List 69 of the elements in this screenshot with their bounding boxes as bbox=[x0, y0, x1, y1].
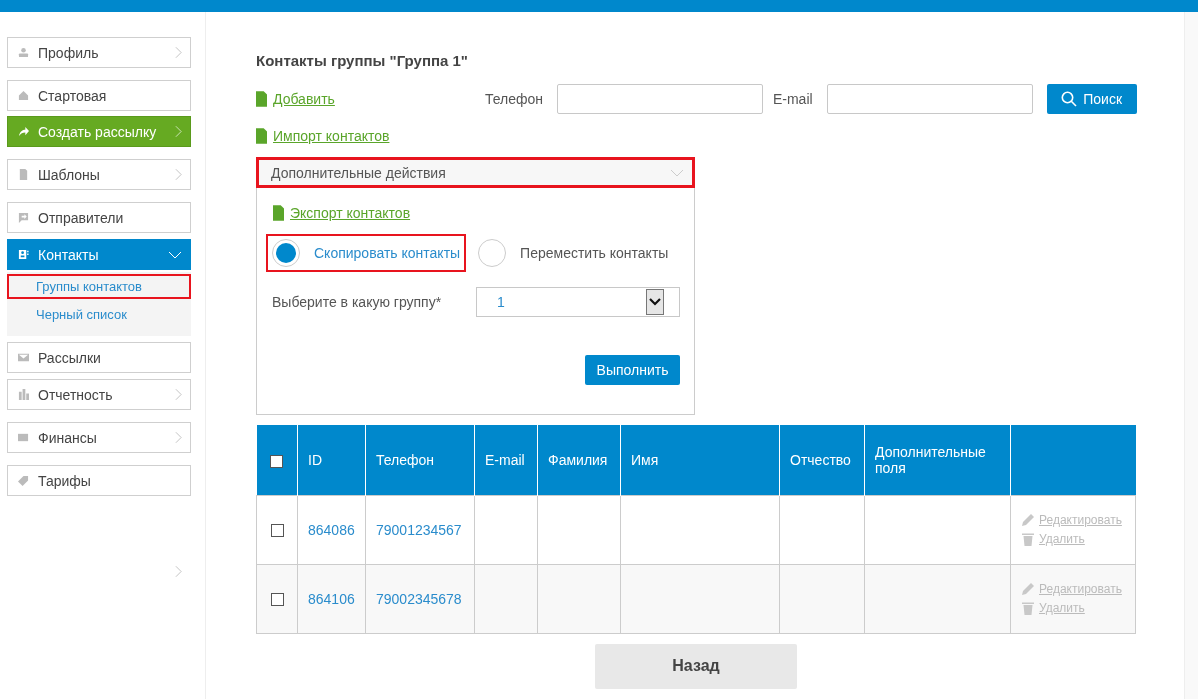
field-label: Телефон bbox=[484, 91, 543, 107]
sidebar-item[interactable]: Отчетность bbox=[7, 379, 191, 410]
column-header: Дополнительные поля bbox=[875, 443, 986, 476]
document-icon bbox=[18, 169, 29, 180]
pencil-icon bbox=[1021, 513, 1035, 527]
column-header: Отчество bbox=[790, 451, 851, 468]
search-button[interactable]: Поиск bbox=[1046, 84, 1137, 114]
sidebar-item[interactable]: Отправители bbox=[7, 202, 191, 233]
tag-icon bbox=[18, 475, 29, 486]
import-link[interactable]: Импорт контактов bbox=[256, 128, 390, 144]
sender-icon bbox=[18, 212, 29, 223]
column-header: Телефон bbox=[376, 451, 435, 468]
column-header: Фамилия bbox=[548, 451, 608, 468]
document-icon bbox=[273, 205, 284, 221]
envelope-icon bbox=[18, 352, 29, 363]
select-all-checkbox[interactable] bbox=[270, 454, 284, 468]
document-icon bbox=[256, 128, 267, 144]
edit-link[interactable]: Редактировать bbox=[1039, 513, 1122, 527]
chevron-right-icon bbox=[175, 125, 182, 138]
chevron-down-icon bbox=[670, 168, 684, 177]
chevron-down-icon bbox=[168, 250, 182, 259]
pencil-icon bbox=[1021, 582, 1035, 596]
export-link[interactable]: Экспорт контактов bbox=[273, 205, 411, 221]
back-button[interactable]: Назад bbox=[595, 643, 797, 689]
trash-icon bbox=[1021, 601, 1035, 615]
field-label: E-mail bbox=[772, 91, 813, 107]
execute-button[interactable]: Выполнить bbox=[585, 355, 680, 385]
email-input[interactable] bbox=[826, 84, 1033, 114]
page-title: Контакты группы "Группа 1" bbox=[256, 52, 469, 71]
sidebar-item[interactable]: Шаблоны bbox=[7, 159, 191, 190]
sidebar-item[interactable]: Рассылки bbox=[7, 342, 191, 373]
contact-card-icon bbox=[18, 249, 29, 260]
submenu-item[interactable]: Черный список bbox=[7, 302, 191, 327]
id-link[interactable]: 864106 bbox=[308, 590, 355, 607]
phone-link[interactable]: 79002345678 bbox=[376, 590, 462, 607]
add-link[interactable]: Добавить bbox=[256, 91, 335, 107]
submenu-item[interactable]: Группы контактов bbox=[7, 274, 191, 299]
wallet-icon bbox=[18, 432, 29, 443]
delete-link[interactable]: Удалить bbox=[1039, 532, 1085, 546]
phone-input[interactable] bbox=[556, 84, 763, 114]
phone-link[interactable]: 79001234567 bbox=[376, 521, 462, 538]
sidebar-item[interactable]: Создать рассылку bbox=[7, 116, 191, 147]
actions-dropdown-header[interactable]: Дополнительные действия bbox=[256, 157, 695, 188]
chart-icon bbox=[18, 389, 29, 400]
row-checkbox[interactable] bbox=[270, 524, 284, 538]
chevron-right-icon bbox=[175, 431, 182, 444]
group-select[interactable]: 1 bbox=[476, 287, 680, 317]
sidebar-item[interactable]: Профиль bbox=[7, 37, 191, 68]
row-checkbox[interactable] bbox=[270, 593, 284, 607]
house-icon bbox=[18, 90, 29, 101]
share-arrow-icon bbox=[18, 126, 29, 137]
person-icon bbox=[18, 47, 29, 58]
column-header: ID bbox=[308, 451, 322, 468]
sidebar-item[interactable]: Финансы bbox=[7, 422, 191, 453]
chevron-right-icon bbox=[175, 168, 182, 181]
sidebar-item[interactable]: Тарифы bbox=[7, 465, 191, 496]
field-label: Выберите в какую группу* bbox=[272, 294, 443, 310]
search-icon bbox=[1061, 91, 1078, 107]
column-header: Имя bbox=[631, 451, 659, 468]
document-icon bbox=[256, 91, 267, 107]
column-header: E-mail bbox=[485, 451, 525, 468]
chevron-right-icon bbox=[175, 388, 182, 401]
sidebar-item[interactable]: Стартовая bbox=[7, 80, 191, 111]
id-link[interactable]: 864086 bbox=[308, 521, 355, 538]
radio-option[interactable]: Переместить контакты bbox=[472, 234, 675, 272]
chevron-right-icon bbox=[175, 46, 182, 59]
trash-icon bbox=[1021, 532, 1035, 546]
radio-option[interactable]: Скопировать контакты bbox=[266, 234, 467, 272]
sidebar-item[interactable]: Контакты bbox=[7, 239, 191, 270]
